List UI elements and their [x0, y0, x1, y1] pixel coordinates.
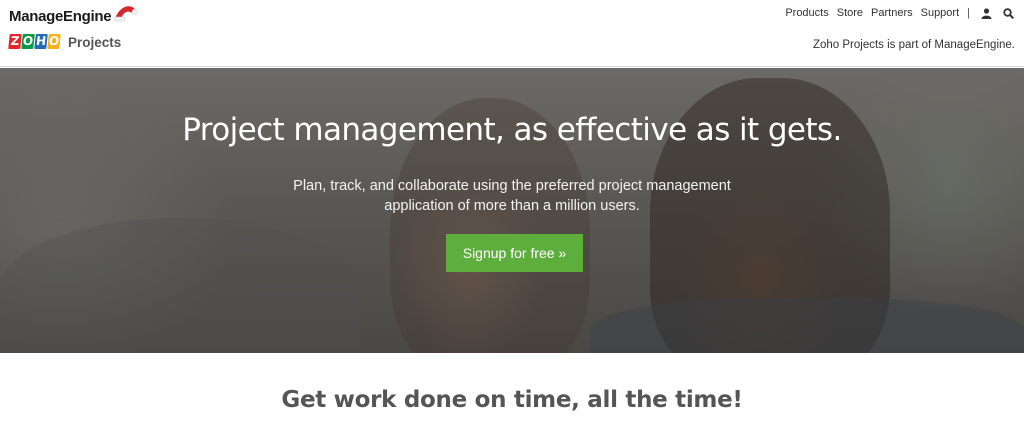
zoho-letter-z: Z	[8, 34, 22, 49]
section-heading: Get work done on time, all the time!	[281, 387, 743, 413]
zoho-letter-o: O	[47, 34, 61, 49]
zoho-letter-h: H	[34, 34, 48, 49]
hero-photo-background	[0, 218, 360, 353]
hero-subtitle: Plan, track, and collaborate using the p…	[293, 178, 731, 214]
manageengine-zoho-projects-logo[interactable]: ManageEngine Z O H O Projects	[8, 6, 139, 56]
nav-support-link[interactable]: Support	[921, 7, 960, 19]
santa-hat-icon	[113, 6, 139, 22]
hero-banner: Project management, as effective as it g…	[0, 68, 1024, 353]
top-navigation: Products Store Partners Support |	[777, 5, 1014, 21]
nav-separator: |	[967, 7, 970, 19]
nav-products-link[interactable]: Products	[785, 7, 828, 19]
user-icon[interactable]	[980, 7, 992, 19]
hero-photo-shirt	[590, 298, 1024, 353]
signup-button[interactable]: Signup for free »	[446, 234, 583, 272]
hero-title: Project management, as effective as it g…	[182, 112, 842, 148]
site-header: ManageEngine Z O H O Projects Products S…	[0, 0, 1024, 67]
nav-partners-link[interactable]: Partners	[871, 7, 913, 19]
logo-product-row: Z O H O Projects	[8, 32, 122, 52]
zoho-logo: Z O H O	[8, 34, 61, 50]
product-name: Projects	[68, 34, 122, 50]
header-tagline: Zoho Projects is part of ManageEngine.	[812, 39, 1015, 51]
manageengine-wordmark: ManageEngine	[9, 8, 112, 25]
nav-store-link[interactable]: Store	[837, 7, 863, 19]
zoho-letter-o: O	[21, 34, 35, 49]
search-icon[interactable]	[1002, 7, 1014, 19]
